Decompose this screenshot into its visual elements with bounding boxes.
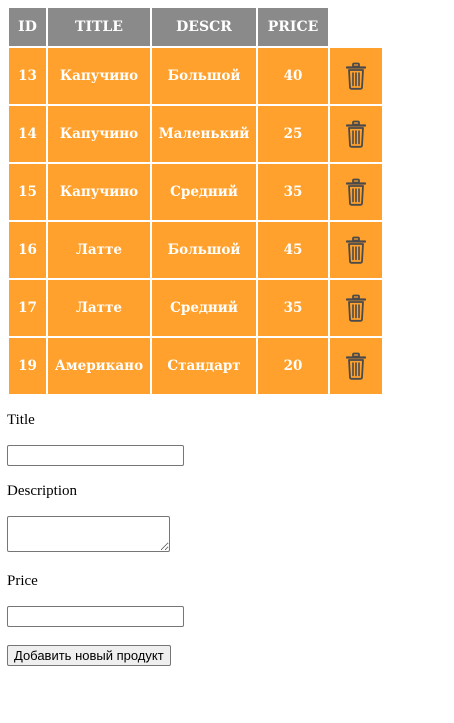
cell-title: Американо [48,338,150,394]
header-descr: DESCR [152,8,256,46]
cell-price: 25 [258,106,328,162]
trash-icon[interactable] [346,352,366,380]
table-row: 17 Латте Средний 35 [9,280,382,336]
price-label: Price [7,573,38,589]
title-label: Title [7,412,35,428]
cell-id: 17 [9,280,46,336]
delete-button[interactable] [330,164,382,220]
table-row: 14 Капучино Маленький 25 [9,106,382,162]
header-price: PRICE [258,8,328,46]
cell-descr: Средний [152,164,256,220]
trash-icon[interactable] [346,178,366,206]
cell-descr: Стандарт [152,338,256,394]
delete-button[interactable] [330,280,382,336]
cell-id: 19 [9,338,46,394]
cell-title: Латте [48,222,150,278]
cell-price: 35 [258,164,328,220]
cell-price: 40 [258,48,328,104]
header-title: TITLE [48,8,150,46]
delete-button[interactable] [330,338,382,394]
delete-button[interactable] [330,222,382,278]
table-row: 19 Американо Стандарт 20 [9,338,382,394]
header-id: ID [9,8,46,46]
trash-icon[interactable] [346,294,366,322]
cell-descr: Большой [152,48,256,104]
table-row: 13 Капучино Большой 40 [9,48,382,104]
cell-title: Капучино [48,48,150,104]
cell-descr: Большой [152,222,256,278]
table-header-row: ID TITLE DESCR PRICE [9,8,382,46]
cell-id: 15 [9,164,46,220]
cell-descr: Маленький [152,106,256,162]
cell-id: 14 [9,106,46,162]
cell-title: Латте [48,280,150,336]
cell-title: Капучино [48,106,150,162]
delete-button[interactable] [330,48,382,104]
cell-id: 13 [9,48,46,104]
trash-icon[interactable] [346,236,366,264]
table-row: 16 Латте Большой 45 [9,222,382,278]
description-textarea[interactable] [7,516,170,552]
description-label: Description [7,483,77,499]
cell-price: 45 [258,222,328,278]
cell-price: 35 [258,280,328,336]
trash-icon[interactable] [346,62,366,90]
title-input[interactable] [7,445,184,466]
cell-id: 16 [9,222,46,278]
products-table: ID TITLE DESCR PRICE 13 Капучино Большой… [7,6,384,396]
trash-icon[interactable] [346,120,366,148]
cell-title: Капучино [48,164,150,220]
add-product-button[interactable]: Добавить новый продукт [7,645,171,666]
table-row: 15 Капучино Средний 35 [9,164,382,220]
delete-button[interactable] [330,106,382,162]
price-input[interactable] [7,606,184,627]
cell-descr: Средний [152,280,256,336]
cell-price: 20 [258,338,328,394]
